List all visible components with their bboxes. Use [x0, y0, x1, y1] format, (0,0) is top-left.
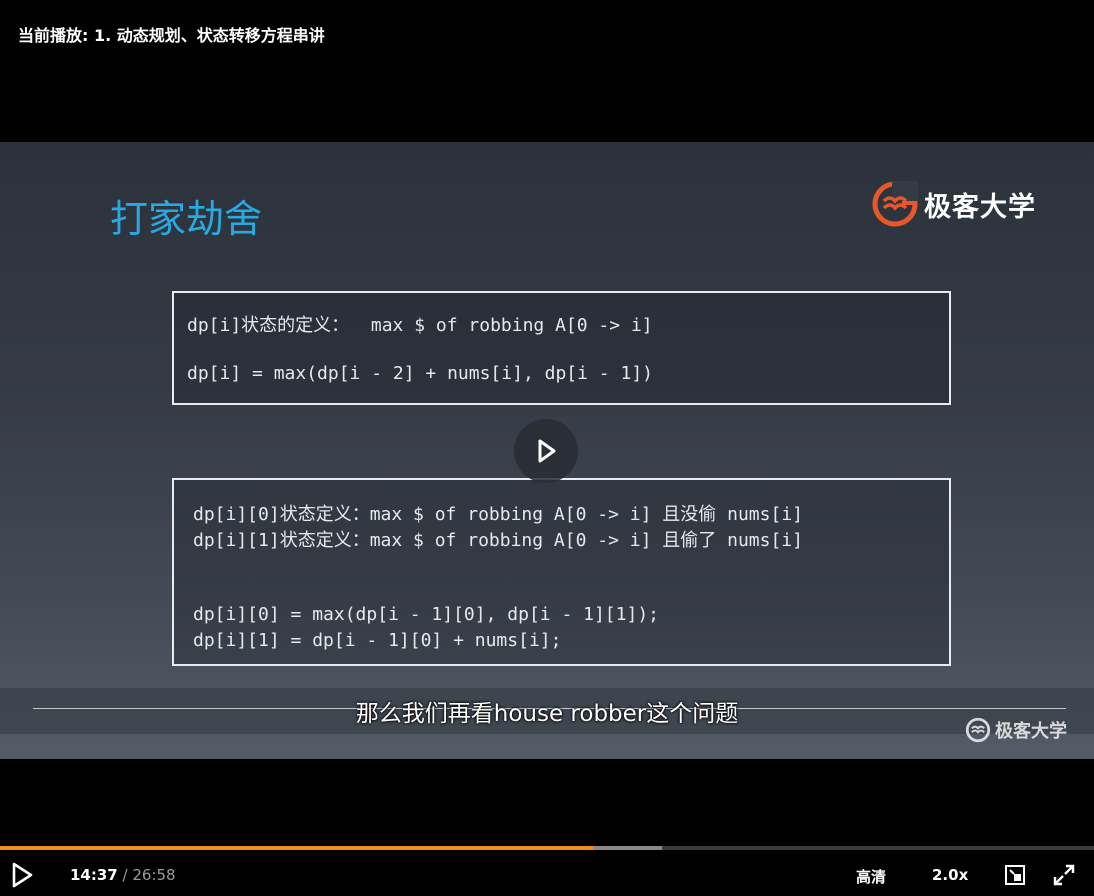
brand-name: 极客大学 — [924, 191, 1036, 223]
play-icon — [538, 439, 556, 463]
slide-title: 打家劫舍 — [110, 197, 263, 241]
fullscreen-icon — [1053, 864, 1075, 886]
watermark: 极客大学 — [965, 717, 1067, 743]
code-line: dp[i] = max(dp[i - 2] + nums[i], dp[i - … — [187, 363, 653, 384]
brand-logo: 极客大学 — [872, 180, 1036, 228]
control-bar: 14:37 / 26:58 高清 2.0x — [0, 850, 1094, 896]
play-icon — [12, 862, 33, 888]
picture-in-picture-button[interactable] — [1004, 864, 1026, 886]
two-dimension-state-box: dp[i][0]状态定义：max $ of robbing A[0 -> i] … — [172, 478, 951, 666]
time-separator: / — [122, 866, 128, 884]
subtitle-text: 那么我们再看house robber这个问题 — [355, 701, 739, 727]
code-line: dp[i][0]状态定义：max $ of robbing A[0 -> i] … — [193, 504, 803, 525]
video-frame[interactable]: 打家劫舍 极客大学 dp[i]状态的定义： max $ of robbing A… — [0, 142, 1094, 759]
now-playing-title: 当前播放: 1. 动态规划、状态转移方程串讲 — [18, 26, 325, 45]
video-player[interactable]: 当前播放: 1. 动态规划、状态转移方程串讲 打家劫舍 极客大学 dp[i]状态… — [0, 0, 1094, 896]
fullscreen-button[interactable] — [1052, 863, 1076, 887]
code-line: dp[i]状态的定义： max $ of robbing A[0 -> i] — [187, 315, 653, 336]
state-definition-box: dp[i]状态的定义： max $ of robbing A[0 -> i] d… — [172, 291, 951, 405]
code-line: dp[i][0] = max(dp[i - 1][0], dp[i - 1][1… — [193, 604, 659, 625]
center-play-button[interactable] — [514, 419, 578, 483]
speed-button[interactable]: 2.0x — [932, 866, 968, 884]
current-time: 14:37 — [70, 866, 118, 884]
code-line: dp[i][1]状态定义：max $ of robbing A[0 -> i] … — [193, 530, 803, 551]
picture-in-picture-icon — [1005, 865, 1025, 885]
duration: 26:58 — [132, 866, 176, 884]
time-display: 14:37 / 26:58 — [70, 866, 176, 884]
geek-logo-icon — [965, 717, 991, 743]
code-line: dp[i][1] = dp[i - 1][0] + nums[i]; — [193, 630, 562, 651]
quality-button[interactable]: 高清 — [856, 866, 886, 887]
watermark-text: 极客大学 — [995, 721, 1067, 742]
geek-logo-icon — [872, 181, 918, 227]
play-button[interactable] — [8, 861, 36, 889]
